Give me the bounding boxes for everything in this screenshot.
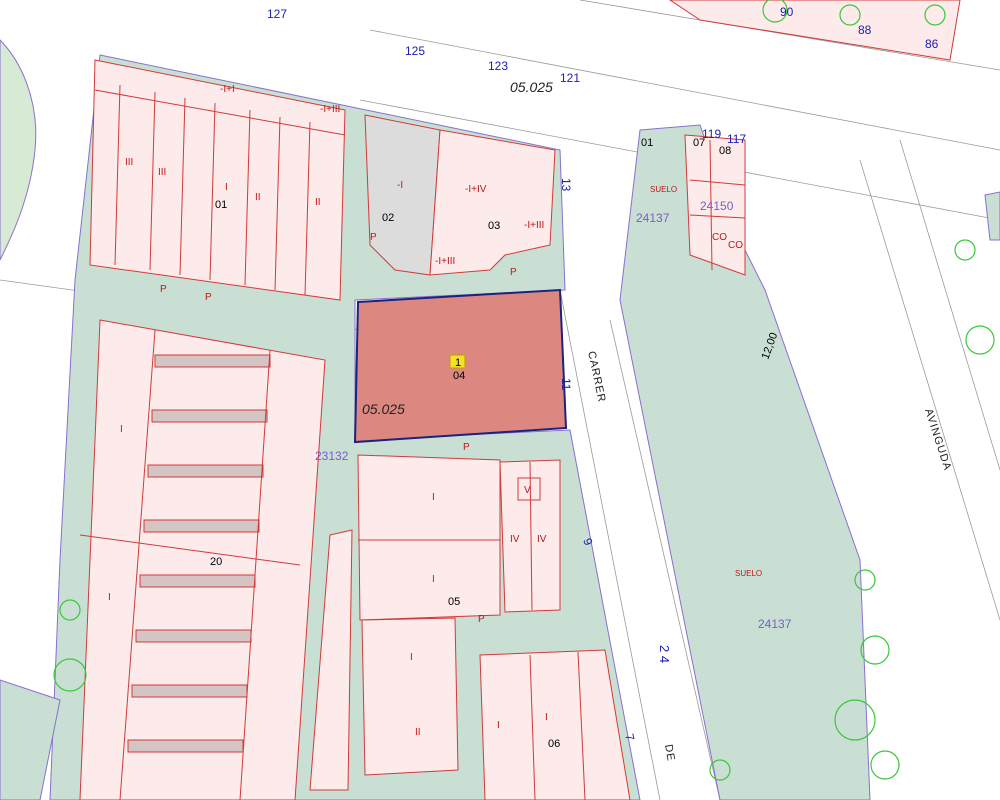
park-area [0, 39, 37, 261]
svg-text:-I+III: -I+III [435, 256, 455, 267]
house-number: 121 [560, 71, 580, 85]
house-number: 119 [702, 127, 721, 141]
parcel-number-06: 06 [548, 738, 560, 750]
svg-text:I: I [497, 720, 500, 731]
svg-text:CO: CO [728, 240, 743, 251]
parcel-20[interactable] [79, 319, 326, 800]
svg-text:I: I [108, 592, 111, 603]
parcel-number-05: 05 [448, 596, 460, 608]
svg-text:I: I [432, 492, 435, 503]
parcel-number-02: 02 [382, 212, 394, 224]
house-number: 123 [488, 59, 508, 73]
svg-text:-I: -I [397, 180, 403, 191]
svg-text:III: III [125, 157, 133, 168]
svg-text:IV: IV [537, 534, 547, 545]
svg-text:P: P [478, 614, 485, 625]
block-label-left: 23132 [315, 449, 349, 463]
svg-text:P: P [463, 442, 470, 453]
parcel-number-01-right: 01 [641, 137, 653, 149]
street-name-carrer: CARRER [585, 350, 608, 404]
svg-text:II: II [255, 192, 261, 203]
block-label-right-small: 24137 [636, 211, 670, 225]
svg-text:-I+III: -I+III [524, 220, 544, 231]
house-number: 11 [559, 378, 573, 391]
house-number: 86 [925, 37, 939, 51]
parcel-number-08: 08 [719, 145, 731, 157]
house-number: 88 [858, 23, 872, 37]
parcel-number-03: 03 [488, 220, 500, 232]
svg-text:II: II [315, 197, 321, 208]
svg-text:-I+I: -I+I [220, 84, 235, 95]
selected-marker-number: 1 [455, 357, 461, 369]
house-number: 13 [559, 178, 573, 192]
land-label-suelo: SUELO [735, 569, 762, 578]
house-number: 2 4 [657, 645, 672, 663]
parcel-06[interactable] [479, 649, 631, 800]
house-number: 90 [780, 5, 794, 19]
land-label-suelo-top: SUELO [650, 185, 677, 194]
parcel-number-20: 20 [210, 556, 222, 568]
parcel-05-south[interactable] [361, 617, 459, 776]
parcel-top-right [669, 0, 961, 61]
parcel-02[interactable] [364, 114, 441, 276]
house-number: 127 [267, 7, 287, 21]
house-number: 117 [727, 132, 746, 146]
block-far-right [984, 191, 1000, 241]
svg-text:-I+III: -I+III [320, 104, 340, 115]
block-label-right-partial: 24150 [700, 199, 734, 213]
parcel-number-01: 01 [215, 199, 227, 211]
svg-text:I: I [120, 424, 123, 435]
svg-text:P: P [205, 292, 212, 303]
svg-text:P: P [510, 267, 517, 278]
zone-code-top: 05.025 [510, 79, 553, 95]
svg-text:I: I [225, 182, 228, 193]
block-label-right: 24137 [758, 617, 792, 631]
svg-text:CO: CO [712, 232, 727, 243]
house-number: 125 [405, 44, 425, 58]
svg-text:I: I [410, 652, 413, 663]
svg-text:P: P [370, 232, 377, 243]
parcel-05[interactable] [357, 454, 501, 621]
svg-text:II: II [415, 727, 421, 738]
svg-text:III: III [158, 167, 166, 178]
street-name-de: DE [662, 743, 677, 762]
cadastral-map[interactable]: 05.025 05.025 1 04 23132 24137 24137 241… [0, 0, 1000, 800]
svg-text:IV: IV [510, 534, 520, 545]
selected-parcel-number: 04 [453, 370, 465, 382]
svg-text:I: I [432, 574, 435, 585]
zone-code-parcel: 05.025 [362, 401, 405, 417]
svg-text:I: I [545, 712, 548, 723]
svg-text:V: V [524, 485, 531, 496]
svg-text:P: P [160, 284, 167, 295]
svg-text:-I+IV: -I+IV [465, 184, 487, 195]
